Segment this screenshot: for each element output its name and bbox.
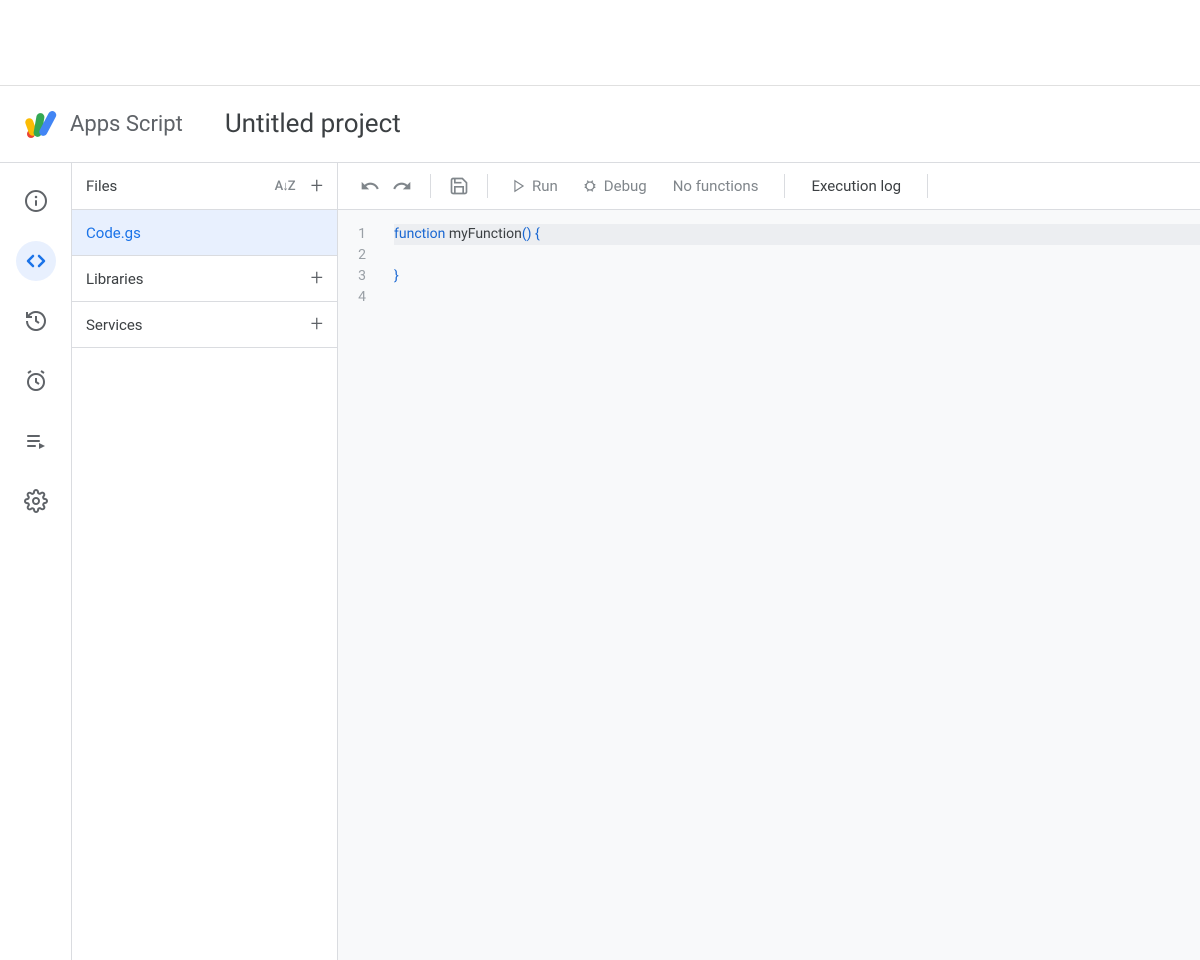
toolbar: Run Debug No functions Execution log — [338, 163, 1200, 210]
redo-icon[interactable] — [388, 172, 416, 200]
settings-icon[interactable] — [16, 481, 56, 521]
executions-icon[interactable] — [16, 421, 56, 461]
code-line: } — [394, 266, 1200, 287]
line-gutter: 1 2 3 4 — [338, 224, 394, 960]
add-service-icon[interactable]: + — [311, 312, 323, 337]
line-number: 4 — [338, 287, 366, 308]
code-line — [394, 287, 1200, 308]
sort-icon[interactable]: A↓Z — [275, 178, 295, 194]
debug-label: Debug — [604, 177, 647, 195]
add-library-icon[interactable]: + — [311, 266, 323, 291]
editor-icon[interactable] — [16, 241, 56, 281]
line-number: 3 — [338, 266, 366, 287]
code-line: function myFunction() { — [394, 224, 1200, 245]
services-label: Services — [86, 316, 143, 334]
nav-rail — [0, 163, 71, 960]
services-section[interactable]: Services + — [72, 302, 337, 348]
libraries-label: Libraries — [86, 270, 144, 288]
triggers-history-icon[interactable] — [16, 301, 56, 341]
project-title[interactable]: Untitled project — [225, 109, 401, 139]
line-number: 1 — [338, 224, 366, 245]
toolbar-divider — [784, 174, 785, 198]
debug-button[interactable]: Debug — [572, 170, 657, 202]
toolbar-divider — [927, 174, 928, 198]
app-name: Apps Script — [70, 112, 183, 137]
toolbar-divider — [430, 174, 431, 198]
alarm-icon[interactable] — [16, 361, 56, 401]
top-spacer — [0, 0, 1200, 86]
file-panel: Files A↓Z + Code.gs Libraries + Services… — [71, 163, 338, 960]
undo-icon[interactable] — [356, 172, 384, 200]
add-file-icon[interactable]: + — [311, 174, 323, 199]
file-item-code-gs[interactable]: Code.gs — [72, 210, 337, 256]
header: Apps Script Untitled project — [0, 86, 1200, 163]
files-header: Files A↓Z + — [72, 163, 337, 210]
save-icon[interactable] — [445, 172, 473, 200]
overview-icon[interactable] — [16, 181, 56, 221]
code-editor[interactable]: 1 2 3 4 function myFunction() { } — [338, 210, 1200, 960]
files-title: Files — [86, 177, 117, 195]
execution-log-button[interactable]: Execution log — [799, 177, 913, 195]
function-selector[interactable]: No functions — [661, 177, 771, 195]
code-line — [394, 245, 1200, 266]
run-button[interactable]: Run — [502, 170, 568, 202]
apps-script-logo — [20, 104, 60, 144]
code-content[interactable]: function myFunction() { } — [394, 224, 1200, 960]
line-number: 2 — [338, 245, 366, 266]
toolbar-divider — [487, 174, 488, 198]
libraries-section[interactable]: Libraries + — [72, 256, 337, 302]
run-label: Run — [532, 177, 558, 195]
editor-area: Run Debug No functions Execution log 1 2… — [338, 163, 1200, 960]
file-item-label: Code.gs — [86, 224, 141, 242]
main-content: Files A↓Z + Code.gs Libraries + Services… — [0, 163, 1200, 960]
